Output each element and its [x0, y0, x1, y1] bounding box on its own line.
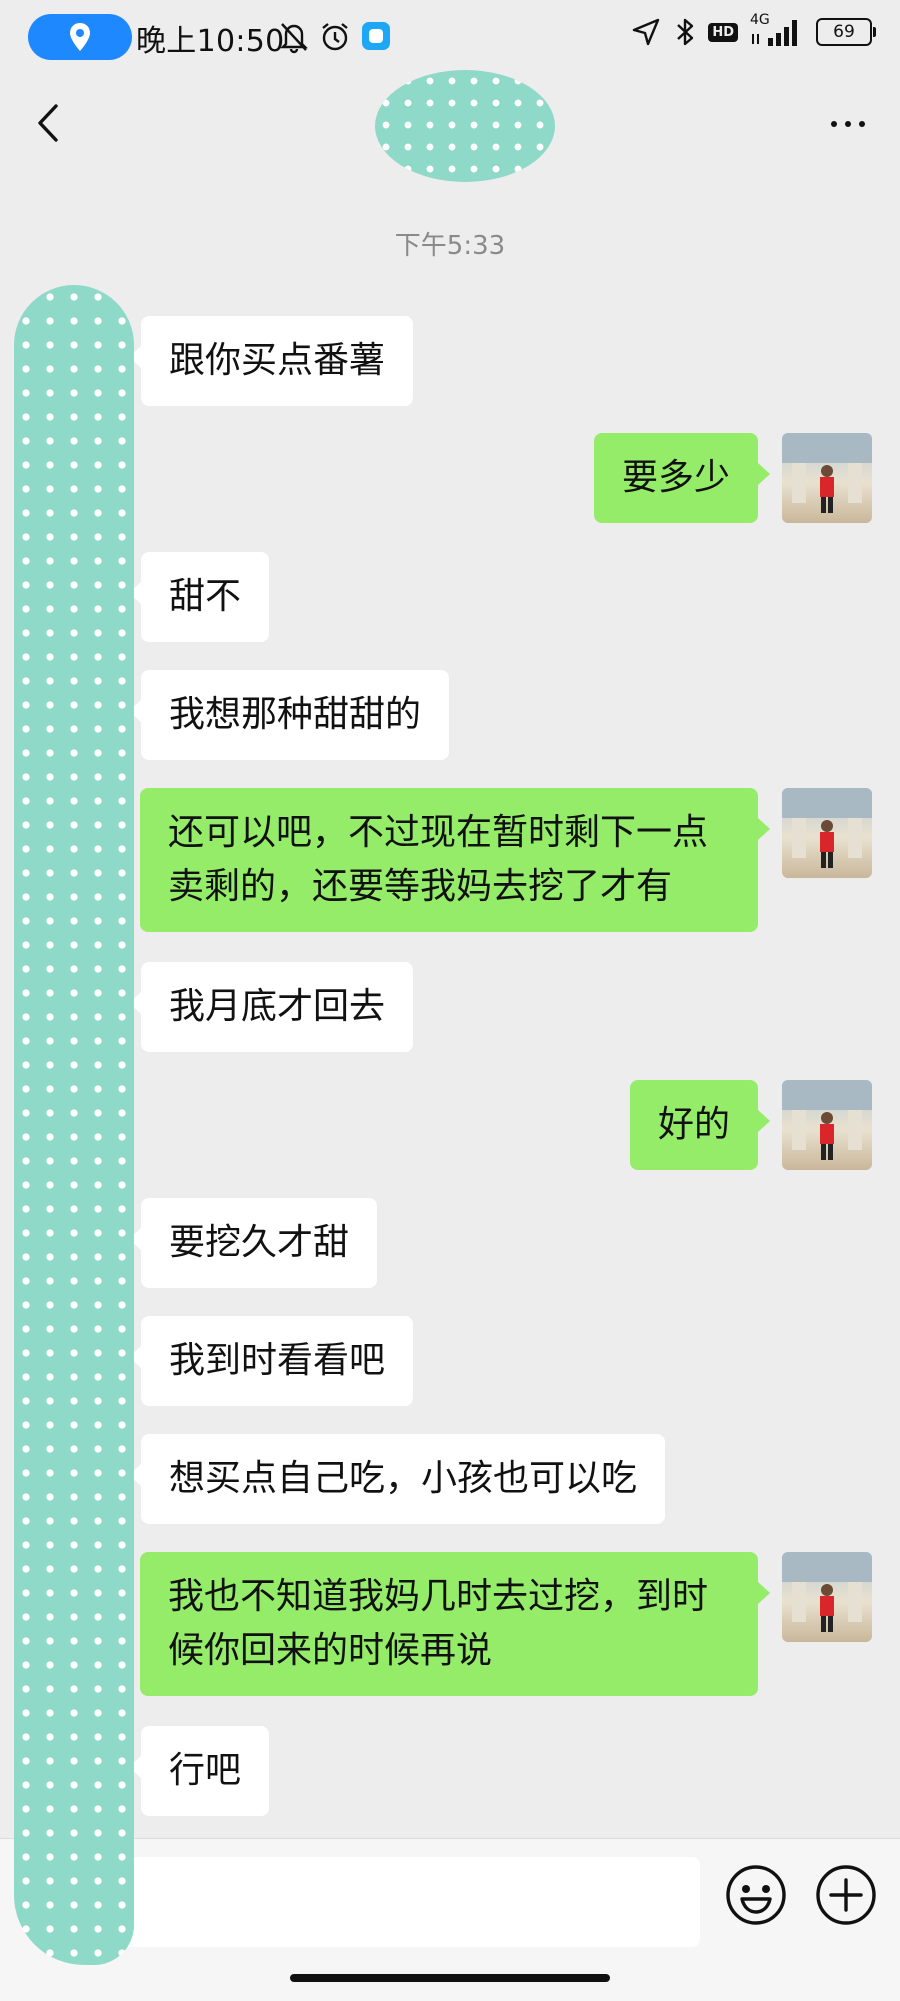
chat-header: [0, 70, 900, 182]
cellular-signal: 4G: [750, 12, 804, 48]
message-bubble-incoming[interactable]: 我到时看看吧: [128, 1316, 414, 1406]
profile-photo-icon: [782, 788, 872, 868]
my-avatar[interactable]: [782, 788, 872, 878]
location-indicator: [28, 14, 132, 60]
location-pin-icon: [70, 23, 90, 51]
more-icon: [831, 121, 837, 127]
message-bubble-outgoing[interactable]: 还可以吧，不过现在暂时剩下一点 卖剩的，还要等我妈去挖了才有: [140, 788, 770, 932]
home-indicator[interactable]: [290, 1974, 610, 1982]
plus-icon: [816, 1865, 876, 1925]
message-bubble-incoming[interactable]: 想买点自己吃，小孩也可以吃: [128, 1434, 666, 1524]
notifications-muted-icon: [280, 23, 308, 54]
message-bubble-outgoing[interactable]: 我也不知道我妈几时去过挖，到时 候你回来的时候再说: [140, 1552, 770, 1696]
message-bubble-incoming[interactable]: 要挖久才甜: [128, 1198, 378, 1288]
more-options-button[interactable]: [820, 104, 876, 144]
message-bubble-outgoing[interactable]: 要多少: [593, 433, 771, 523]
back-button[interactable]: [24, 98, 74, 148]
message-input[interactable]: [110, 1857, 700, 1947]
signal-bars-icon: [752, 20, 797, 46]
my-avatar[interactable]: [782, 433, 872, 523]
message-bubble-incoming[interactable]: 我月底才回去: [128, 962, 414, 1052]
chevron-left-icon: [38, 104, 58, 142]
chat-timestamp: 下午5:33: [394, 231, 506, 261]
status-bar: 晚上10:50 HD 4G 69: [0, 0, 900, 78]
emoji-button[interactable]: [724, 1863, 788, 1927]
alarm-icon: [322, 23, 348, 51]
battery-indicator: 69: [816, 18, 876, 46]
message-bubble-incoming[interactable]: 我想那种甜甜的: [128, 670, 450, 760]
contact-avatar-redacted: [14, 285, 134, 1965]
navigation-arrow-icon: [633, 18, 660, 46]
contact-name-redacted: [375, 70, 555, 182]
message-bubble-incoming[interactable]: 甜不: [128, 552, 270, 642]
profile-photo-icon: [782, 1080, 872, 1160]
more-functions-button[interactable]: [814, 1863, 878, 1927]
my-avatar[interactable]: [782, 1080, 872, 1170]
status-time: 晚上10:50: [136, 24, 285, 59]
bluetooth-icon: [677, 18, 694, 46]
profile-photo-icon: [782, 1552, 872, 1632]
message-bubble-outgoing[interactable]: 好的: [629, 1080, 771, 1170]
hd-voice-icon: HD: [708, 22, 738, 42]
message-bubble-incoming[interactable]: 行吧: [128, 1726, 270, 1816]
my-avatar[interactable]: [782, 1552, 872, 1642]
app-notification-icon: [362, 22, 390, 50]
message-bubble-incoming[interactable]: 跟你买点番薯: [128, 316, 414, 406]
battery-level: 69: [833, 22, 855, 42]
profile-photo-icon: [782, 433, 872, 513]
emoji-icon: [726, 1865, 786, 1925]
